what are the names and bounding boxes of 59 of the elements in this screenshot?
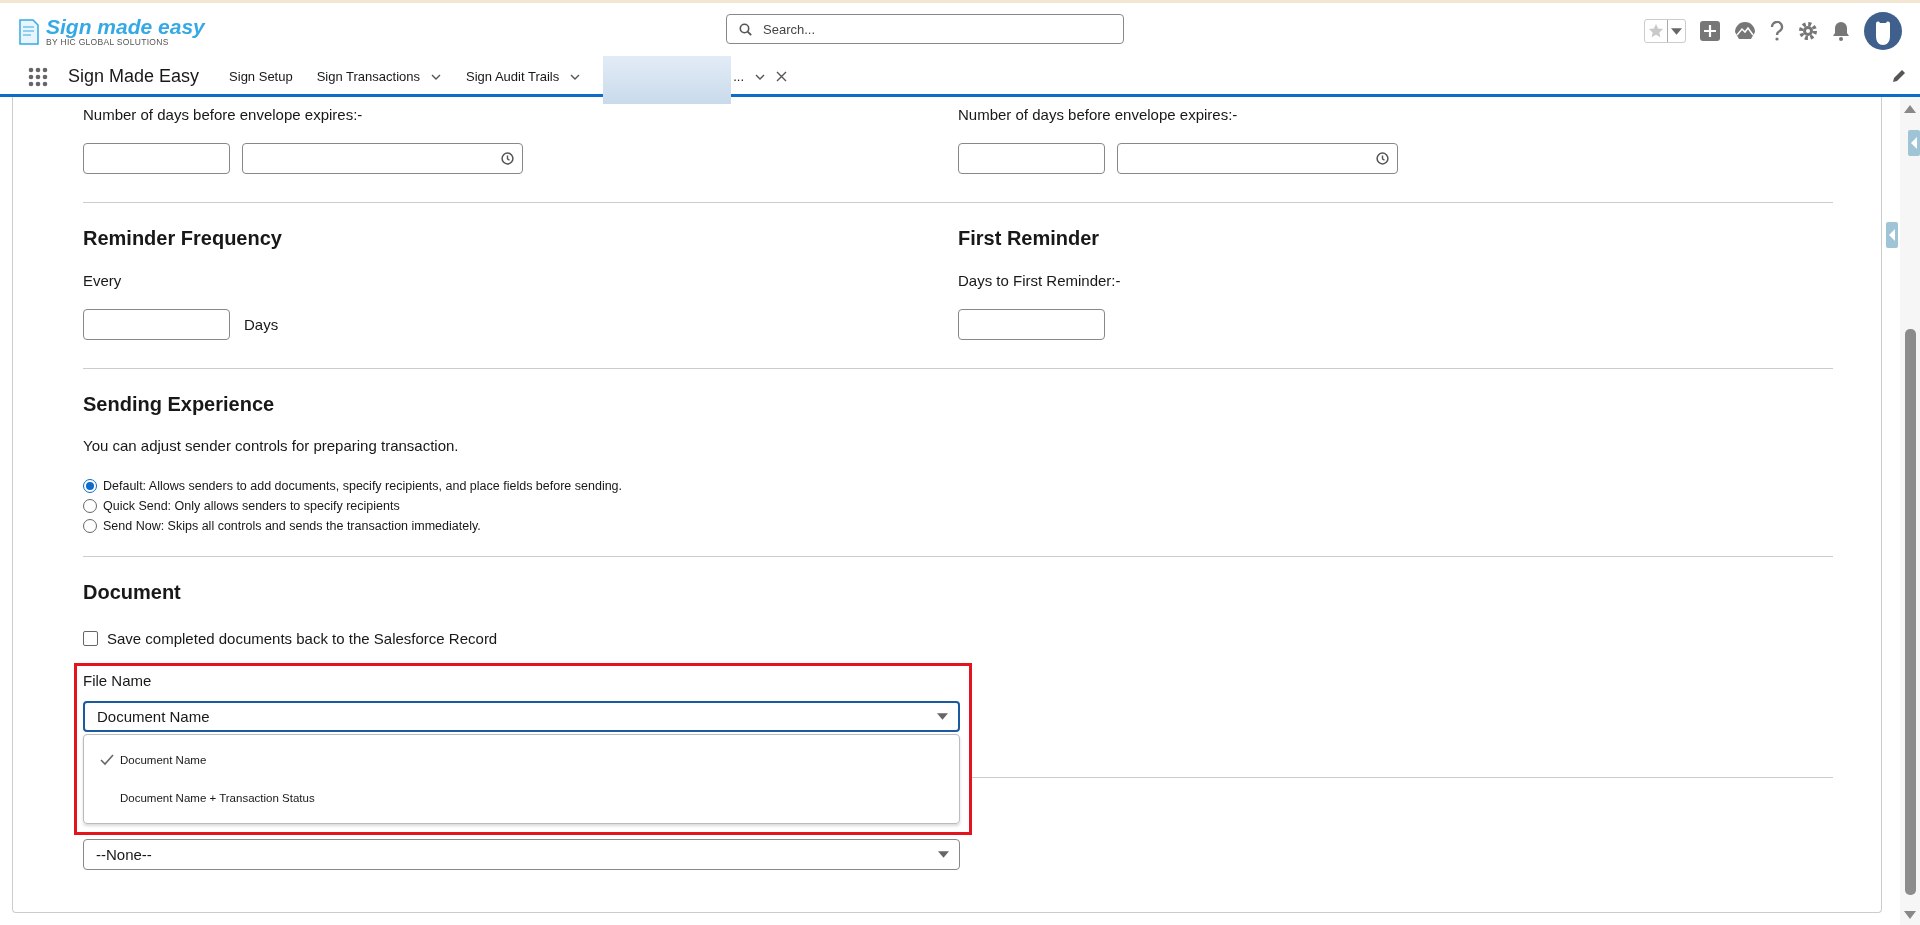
nav-tab[interactable]: Sign Transactions [316,69,421,84]
panel-toggle-icon[interactable] [1886,222,1898,248]
radio-button[interactable] [83,499,97,513]
panel-toggle-icon[interactable] [1908,130,1920,156]
checkbox-label: Save completed documents back to the Salesforce Record [107,630,498,647]
plus-icon[interactable] [1700,21,1720,41]
dropdown-option[interactable]: Document Name + Transaction Status [84,779,959,817]
scrollbar[interactable] [1900,97,1920,925]
section-heading: Document [83,581,182,604]
caret-icon [937,713,948,720]
logo-title: Sign made easy [46,15,205,37]
select-field[interactable]: --None-- [83,839,960,870]
unit-label: Days [244,316,279,333]
clock-icon [1376,152,1389,165]
radio-label: Quick Send: Only allows senders to specify recipients [103,499,400,513]
time-input[interactable] [1117,143,1398,174]
star-icon [1648,23,1664,39]
nav-tab[interactable]: Sign Audit Trails [466,69,560,84]
app-name: Sign Made Easy [68,66,200,87]
days-input[interactable] [83,143,230,174]
checkbox[interactable] [83,631,98,646]
scroll-down-icon[interactable] [1904,911,1916,919]
scroll-up-icon[interactable] [1904,105,1916,113]
section-heading: First Reminder [958,227,1101,250]
help-icon[interactable] [1770,21,1784,41]
pencil-icon[interactable] [1892,69,1906,83]
app-launcher-icon[interactable] [28,66,48,87]
settings-icon[interactable] [1798,21,1818,41]
clock-icon [501,152,514,165]
radio-button[interactable] [83,519,97,533]
nav-tab[interactable]: Sign Setup [229,69,293,84]
file-name-select[interactable]: Document Name [83,701,960,732]
mountain-icon[interactable] [1734,21,1756,41]
field-label: Number of days before envelope expires:- [83,105,364,125]
logo-icon [18,16,40,46]
field-label: File Name [83,672,153,689]
section-description: You can adjust sender controls for preparing transaction. [83,437,460,454]
days-input[interactable] [83,309,230,340]
nav-tab[interactable]: ... [733,69,745,84]
days-input[interactable] [958,143,1105,174]
dropdown-option[interactable]: Document Name [84,741,959,779]
search-icon [739,23,752,36]
favorites-button[interactable] [1644,19,1686,43]
section-heading: Sending Experience [83,393,276,416]
caret-icon [1671,27,1682,35]
radio-button[interactable] [83,479,97,493]
bell-icon[interactable] [1832,21,1850,41]
time-input[interactable] [242,143,523,174]
caret-icon [938,851,949,858]
days-input[interactable] [958,309,1105,340]
close-icon[interactable] [776,71,788,82]
section-heading: Reminder Frequency [83,227,283,250]
radio-label: Default: Allows senders to add documents, specify recipients, and place fields before sending. [103,479,623,493]
radio-label: Send Now: Skips all controls and sends the transaction immediately. [103,519,481,533]
field-label: Number of days before envelope expires:- [958,105,1239,125]
field-label: Days to First Reminder:- [958,271,1122,291]
avatar-icon[interactable] [1864,12,1902,50]
field-label: Every [83,271,123,291]
search-field[interactable]: Search... [726,14,1124,44]
